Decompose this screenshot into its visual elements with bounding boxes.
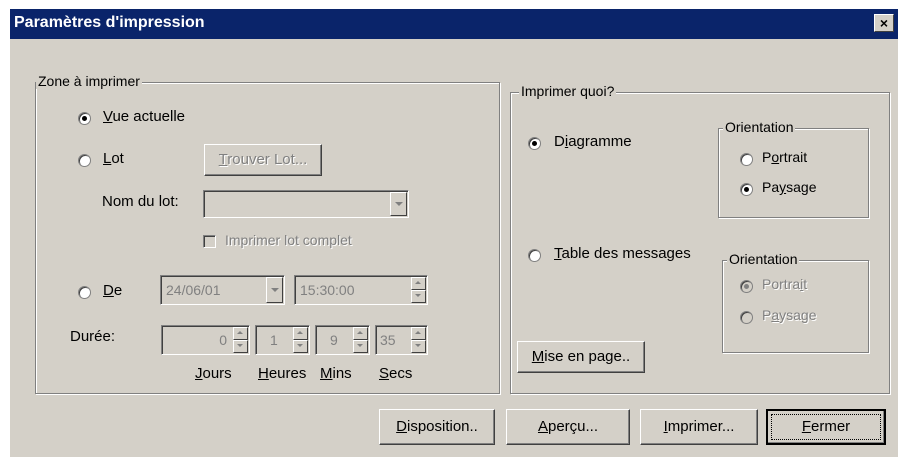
- spin-up-icon[interactable]: [411, 277, 426, 290]
- spin-up-icon[interactable]: [411, 327, 426, 340]
- secs-spin-buttons[interactable]: [411, 327, 426, 353]
- mins-value: 9: [330, 332, 338, 348]
- spin-up-icon[interactable]: [293, 327, 308, 340]
- spin-up-icon[interactable]: [353, 327, 368, 340]
- messages-paysage-radio[interactable]: [740, 311, 753, 324]
- print-complete-checkbox[interactable]: [203, 235, 216, 248]
- messages-paysage-label[interactable]: Paysage: [762, 307, 817, 323]
- print-button[interactable]: Imprimer...: [640, 409, 758, 445]
- duration-label: Durée:: [70, 328, 116, 345]
- from-radio[interactable]: [78, 286, 91, 299]
- mins-spin-buttons[interactable]: [353, 327, 368, 353]
- days-spinner[interactable]: 0: [161, 325, 250, 355]
- date-value: 24/06/01: [166, 282, 221, 298]
- print-what-legend: Imprimer quoi?: [519, 83, 617, 99]
- secs-spinner[interactable]: 35: [375, 325, 428, 355]
- batch-name-dropdown[interactable]: [203, 190, 409, 218]
- days-value: 0: [219, 332, 227, 348]
- spin-up-icon[interactable]: [233, 327, 248, 340]
- spin-down-icon[interactable]: [411, 290, 426, 303]
- orientation-legend: Orientation: [723, 119, 796, 135]
- find-batch-button[interactable]: Trouver Lot...: [204, 144, 322, 176]
- spin-down-icon[interactable]: [353, 340, 368, 353]
- page-setup-button[interactable]: Mise en page..: [517, 341, 645, 373]
- close-icon[interactable]: ×: [874, 14, 894, 32]
- hours-unit-label: Heures: [258, 365, 307, 382]
- diagram-radio[interactable]: [528, 137, 541, 150]
- current-view-radio[interactable]: [78, 112, 91, 125]
- close-button[interactable]: Fermer: [766, 409, 886, 445]
- hours-spin-buttons[interactable]: [293, 327, 308, 353]
- time-value: 15:30:00: [300, 282, 355, 298]
- preview-button[interactable]: Aperçu...: [506, 409, 630, 445]
- chevron-down-icon[interactable]: [266, 277, 283, 303]
- time-spin-buttons[interactable]: [411, 277, 426, 303]
- dialog-title: Paramètres d'impression: [14, 14, 205, 31]
- hours-spinner[interactable]: 1: [255, 325, 310, 355]
- focus-rectangle: [771, 414, 881, 440]
- batch-name-label: Nom du lot:: [102, 193, 179, 210]
- messages-portrait-radio[interactable]: [740, 280, 753, 293]
- orientation-legend: Orientation: [727, 251, 800, 267]
- date-picker[interactable]: 24/06/01: [160, 275, 285, 305]
- spin-down-icon[interactable]: [293, 340, 308, 353]
- mins-unit-label: Mins: [320, 365, 352, 382]
- spin-down-icon[interactable]: [233, 340, 248, 353]
- days-unit-label: Jours: [195, 365, 232, 382]
- time-spinner[interactable]: 15:30:00: [294, 275, 428, 305]
- batch-radio[interactable]: [78, 154, 91, 167]
- days-spin-buttons[interactable]: [233, 327, 248, 353]
- print-zone-legend: Zone à imprimer: [36, 73, 142, 89]
- hours-value: 1: [270, 332, 278, 348]
- orientation-group-diagram: Orientation: [718, 119, 869, 218]
- diagram-portrait-radio[interactable]: [740, 153, 753, 166]
- messages-radio[interactable]: [528, 249, 541, 262]
- secs-value: 35: [380, 332, 396, 348]
- diagram-label[interactable]: Diagramme: [554, 133, 632, 150]
- messages-portrait-label[interactable]: Portrait: [762, 276, 807, 292]
- title-bar[interactable]: Paramètres d'impression ×: [10, 9, 898, 39]
- diagram-paysage-radio[interactable]: [740, 183, 753, 196]
- mins-spinner[interactable]: 9: [315, 325, 370, 355]
- layout-button[interactable]: Disposition..: [379, 409, 495, 445]
- messages-label[interactable]: Table des messages: [554, 245, 691, 262]
- print-settings-dialog: Paramètres d'impression × Zone à imprime…: [10, 9, 898, 457]
- chevron-down-icon[interactable]: [390, 192, 407, 216]
- from-label[interactable]: De: [103, 282, 122, 299]
- current-view-label[interactable]: Vue actuelle: [103, 108, 185, 125]
- batch-label[interactable]: Lot: [103, 150, 124, 167]
- diagram-portrait-label[interactable]: Portrait: [762, 149, 807, 165]
- secs-unit-label: Secs: [379, 365, 413, 382]
- spin-down-icon[interactable]: [411, 340, 426, 353]
- print-complete-label[interactable]: Imprimer lot complet: [225, 232, 352, 248]
- diagram-paysage-label[interactable]: Paysage: [762, 179, 816, 195]
